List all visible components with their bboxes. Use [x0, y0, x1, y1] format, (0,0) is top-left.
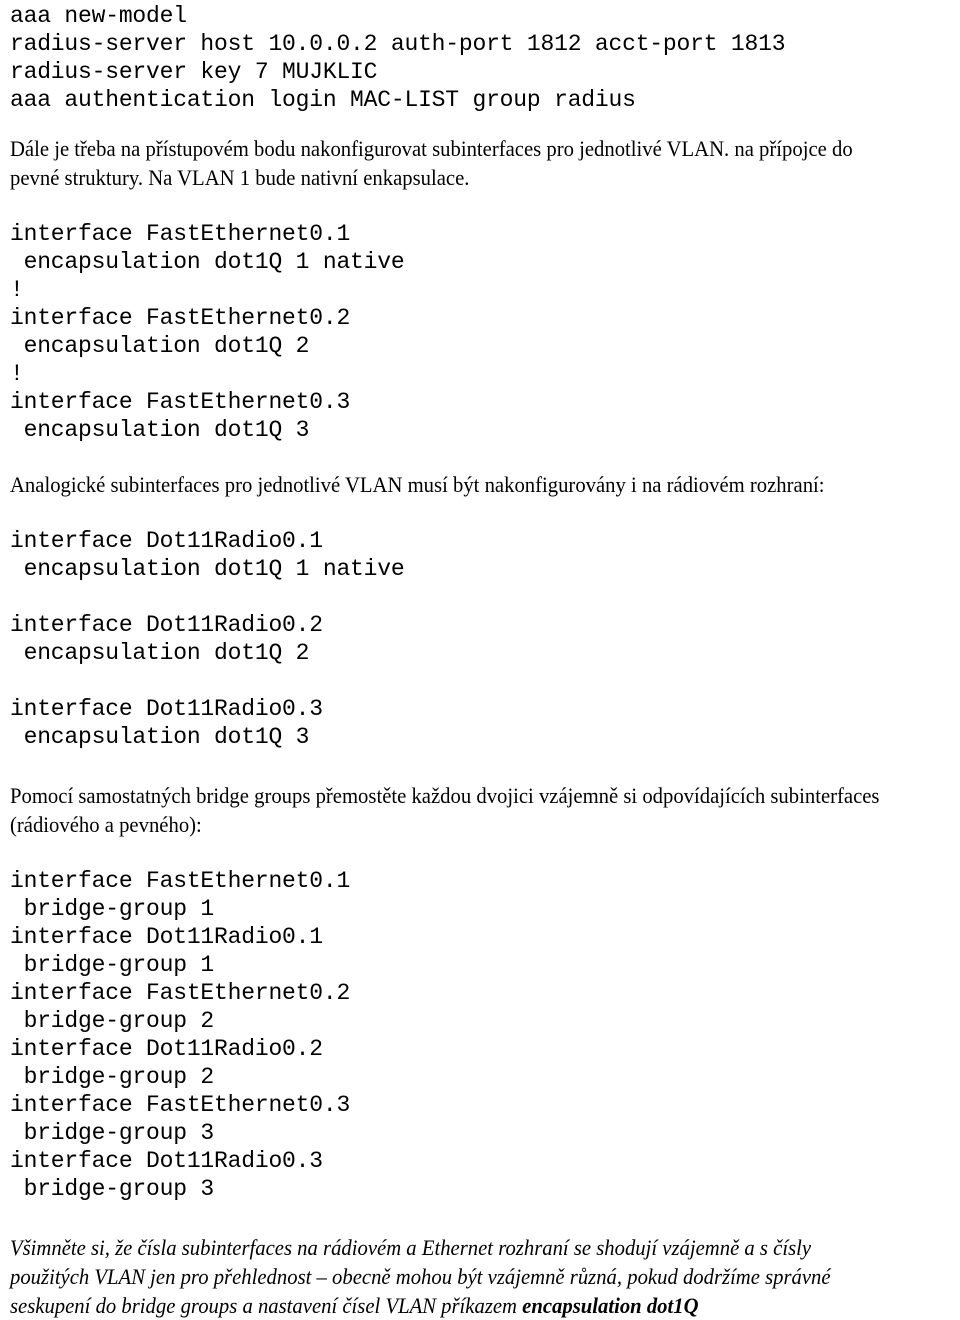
code-line: aaa new-model — [10, 3, 187, 29]
code-line: interface FastEthernet0.1 — [10, 221, 351, 247]
code-line: encapsulation dot1Q 3 — [10, 724, 310, 750]
paragraph-subinterfaces-intro: Dále je třeba na přístupovém bodu nakonf… — [10, 136, 853, 190]
code-line: encapsulation dot1Q 2 — [10, 333, 310, 359]
code-line: interface Dot11Radio0.1 — [10, 924, 323, 950]
code-line: bridge-group 2 — [10, 1008, 215, 1034]
code-line: ! — [10, 361, 24, 387]
code-line: encapsulation dot1Q 1 native — [10, 249, 405, 275]
code-line: bridge-group 2 — [10, 1064, 215, 1090]
code-line: interface Dot11Radio0.1 — [10, 528, 323, 554]
note-emphasis-command: encapsulation dot1Q — [522, 1293, 699, 1318]
code-line: interface Dot11Radio0.2 — [10, 612, 323, 638]
code-line: bridge-group 3 — [10, 1176, 215, 1202]
document-body: aaa new-model radius-server host 10.0.0.2… — [0, 0, 960, 1320]
paragraph-bridge-groups: Pomocí samostatných bridge groups přemos… — [10, 783, 880, 837]
code-line: interface Dot11Radio0.2 — [10, 1036, 323, 1062]
code-line: bridge-group 1 — [10, 952, 215, 978]
code-block-dot11radio-encapsulation: interface Dot11Radio0.1 encapsulation do… — [10, 527, 950, 751]
code-line: interface FastEthernet0.1 — [10, 868, 351, 894]
code-line: encapsulation dot1Q 3 — [10, 417, 310, 443]
code-line: bridge-group 3 — [10, 1120, 215, 1146]
code-line: interface Dot11Radio0.3 — [10, 696, 323, 722]
code-line: interface Dot11Radio0.3 — [10, 1148, 323, 1174]
code-line: interface FastEthernet0.2 — [10, 980, 351, 1006]
code-line: interface FastEthernet0.2 — [10, 305, 351, 331]
code-line: encapsulation dot1Q 1 native — [10, 556, 405, 582]
paragraph-note-italic: Všimněte si, že čísla subinterfaces na r… — [10, 1233, 894, 1320]
code-line: encapsulation dot1Q 2 — [10, 640, 310, 666]
note-text: Všimněte si, že čísla subinterfaces na r… — [10, 1235, 831, 1318]
paragraph-radio-subinterfaces: Analogické subinterfaces pro jednotlivé … — [10, 472, 825, 497]
code-line: radius-server key 7 MUJKLIC — [10, 59, 378, 85]
code-line: bridge-group 1 — [10, 896, 215, 922]
document-page: aaa new-model radius-server host 10.0.0.2… — [0, 0, 960, 1318]
code-line: aaa authentication login MAC-LIST group … — [10, 87, 636, 113]
code-block-bridge-groups: interface FastEthernet0.1 bridge-group 1… — [10, 867, 950, 1203]
code-line: interface FastEthernet0.3 — [10, 1092, 351, 1118]
code-block-fastethernet-encapsulation: interface FastEthernet0.1 encapsulation … — [10, 220, 950, 444]
code-line: ! — [10, 277, 24, 303]
code-line: interface FastEthernet0.3 — [10, 389, 351, 415]
code-block-aaa-radius: aaa new-model radius-server host 10.0.0.2… — [10, 2, 950, 114]
code-line: radius-server host 10.0.0.2 auth-port 18… — [10, 31, 786, 57]
